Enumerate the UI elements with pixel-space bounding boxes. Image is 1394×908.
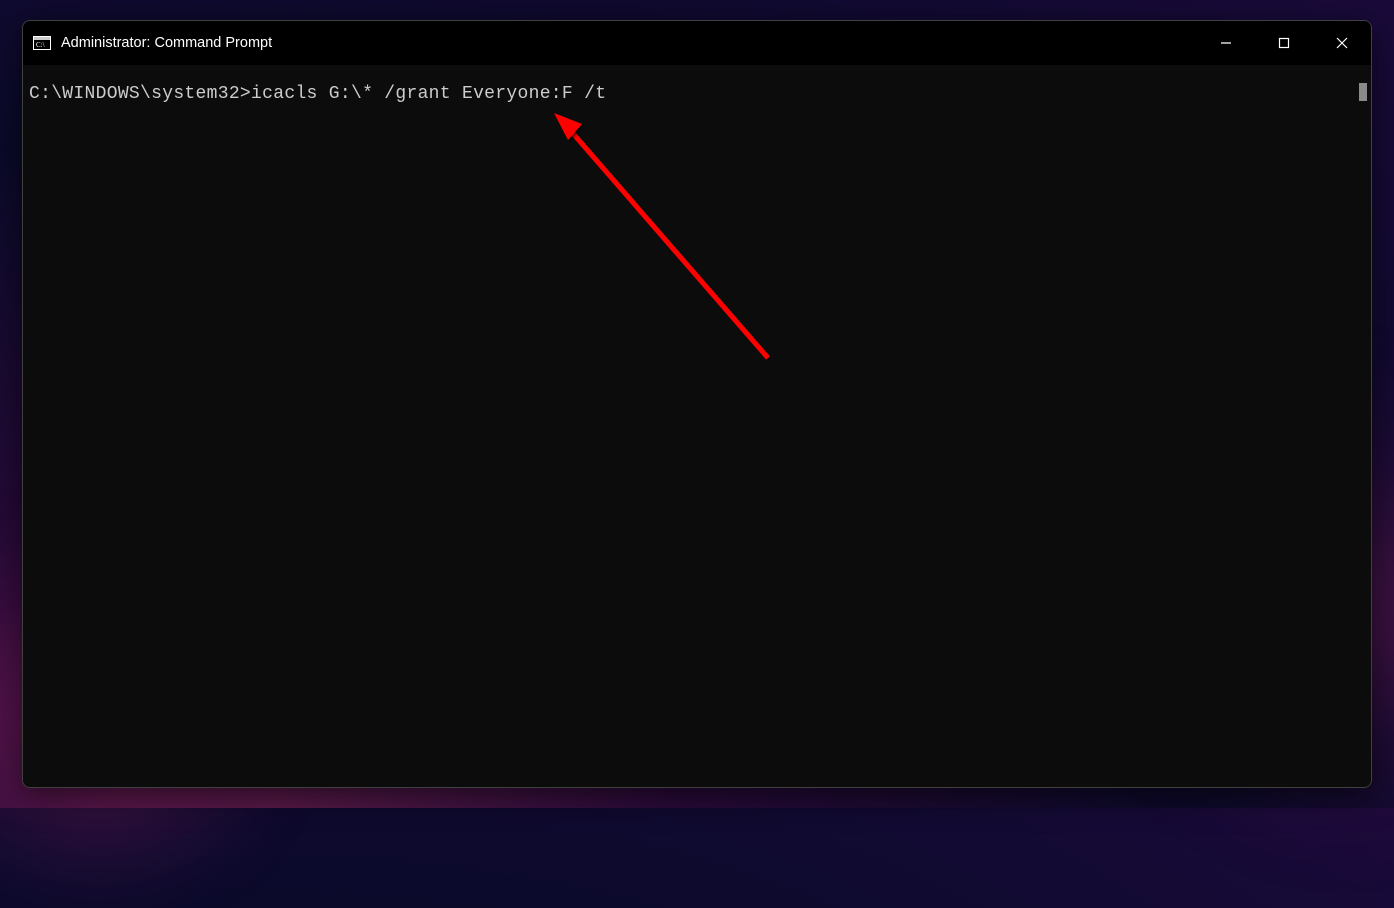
window-controls [1197, 21, 1371, 65]
window-titlebar[interactable]: C:\ Administrator: Command Prompt [23, 21, 1371, 65]
terminal-line: C:\WINDOWS\system32>icacls G:\* /grant E… [29, 83, 1365, 105]
maximize-icon [1278, 37, 1290, 49]
maximize-button[interactable] [1255, 21, 1313, 65]
window-title: Administrator: Command Prompt [61, 35, 1197, 51]
svg-text:C:\: C:\ [36, 41, 45, 49]
prompt-text: C:\WINDOWS\system32> [29, 84, 251, 104]
minimize-icon [1220, 37, 1232, 49]
cmd-icon: C:\ [33, 35, 51, 51]
command-text: icacls G:\* /grant Everyone:F /t [251, 84, 606, 104]
close-icon [1336, 37, 1348, 49]
minimize-button[interactable] [1197, 21, 1255, 65]
close-button[interactable] [1313, 21, 1371, 65]
terminal-output-area[interactable]: C:\WINDOWS\system32>icacls G:\* /grant E… [23, 65, 1371, 787]
command-prompt-window: C:\ Administrator: Command Prompt [22, 20, 1372, 788]
scrollbar-thumb[interactable] [1359, 83, 1367, 101]
